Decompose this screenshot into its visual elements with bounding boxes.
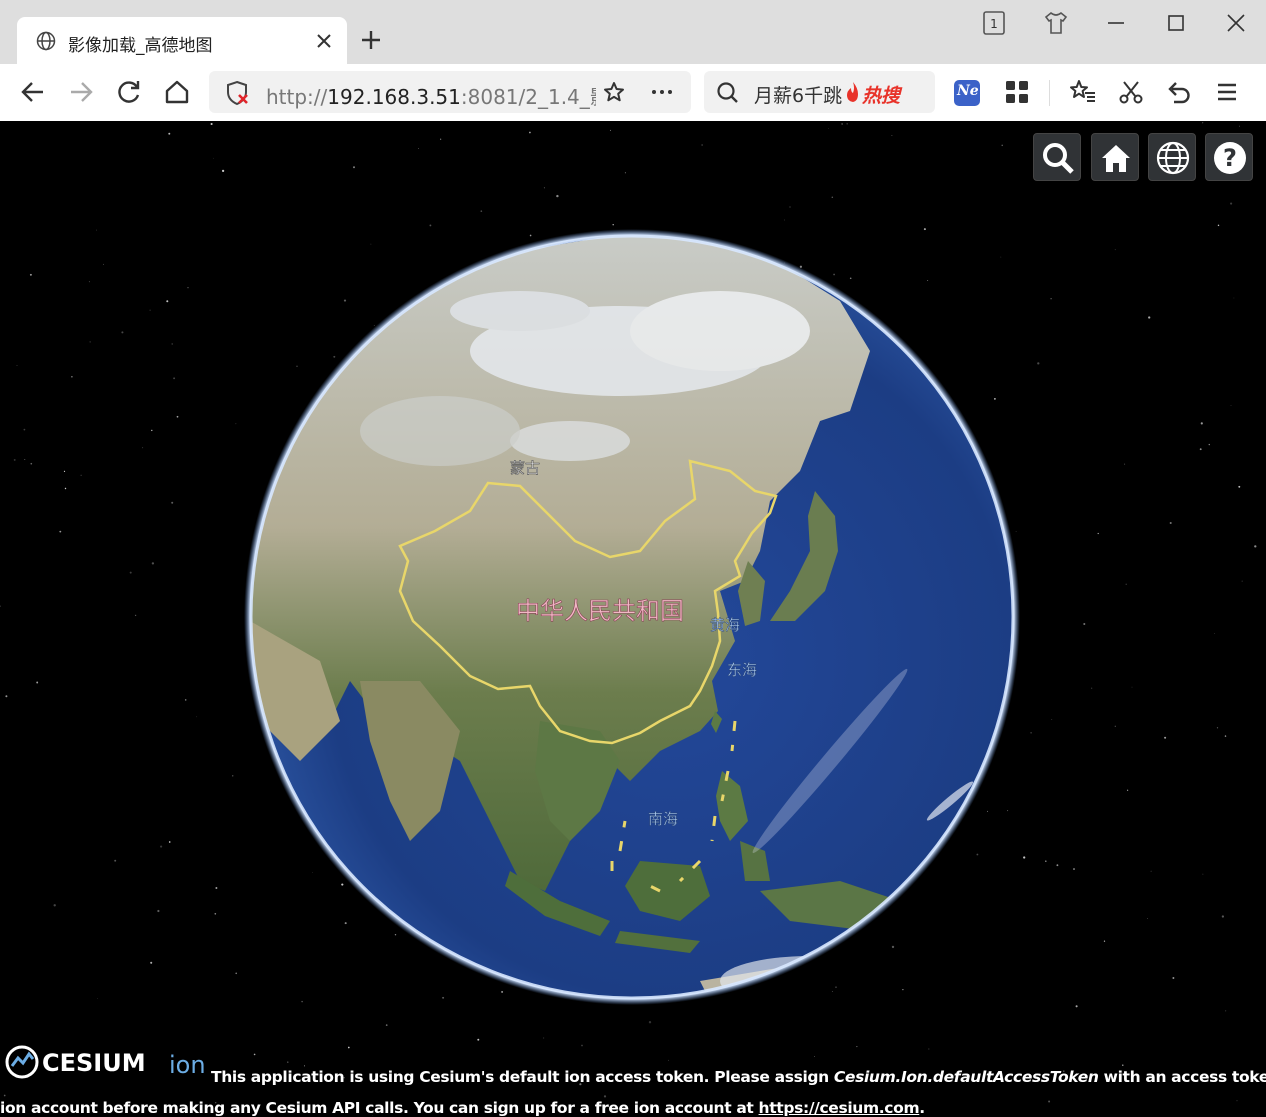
help-symbol: ?: [1223, 144, 1237, 172]
cesium-link[interactable]: https://cesium.com: [759, 1099, 920, 1117]
token-warning-line2: ion account before making any Cesium API…: [0, 1099, 925, 1117]
new-tab-button[interactable]: [359, 28, 383, 52]
cesium-logo-text: CESIUM: [42, 1049, 146, 1077]
search-box[interactable]: 月薪6千跳 热搜: [704, 71, 935, 113]
geocoder-search-button[interactable]: [1033, 133, 1081, 181]
label-east-sea: 东海: [727, 661, 757, 679]
scissors-icon[interactable]: [1117, 78, 1145, 106]
address-bar[interactable]: http://192.168.3.51:8081/2_1.4_影: [209, 71, 691, 113]
label-mongolia: 蒙古: [510, 459, 540, 477]
apps-grid-icon[interactable]: [1003, 78, 1031, 106]
label-yellow-sea: 黄海: [710, 616, 740, 634]
search-icon: [1043, 143, 1074, 174]
hot-search-label[interactable]: 热搜: [862, 81, 900, 108]
toolbar-divider: [1049, 80, 1050, 106]
menu-icon[interactable]: [1213, 78, 1241, 106]
favorites-icon[interactable]: [1069, 78, 1097, 106]
close-tab-icon[interactable]: [315, 32, 333, 50]
help-icon: ?: [1214, 142, 1246, 174]
token-warning-line1: This application is using Cesium's defau…: [211, 1068, 1266, 1086]
tab-counter-value: 1: [990, 17, 998, 31]
cesium-ion-logo[interactable]: CESIUM ion: [4, 1042, 209, 1082]
browser-tab[interactable]: 影像加载_高德地图: [17, 17, 347, 64]
extension-ne-icon[interactable]: Ne: [954, 80, 980, 106]
back-arrow-icon[interactable]: [19, 78, 47, 106]
nav-toolbar: http://192.168.3.51:8081/2_1.4_影 月薪6千跳 热…: [0, 64, 1266, 121]
tab-title: 影像加载_高德地图: [68, 36, 213, 56]
skin-icon[interactable]: [1043, 10, 1069, 36]
bookmark-star-icon[interactable]: [603, 81, 625, 103]
forward-arrow-icon[interactable]: [67, 78, 95, 106]
reload-icon[interactable]: [115, 78, 143, 106]
earth-globe[interactable]: 蒙古 中华人民共和国 黄海 东海 南海: [0, 121, 1266, 1117]
home-icon[interactable]: [163, 78, 191, 106]
minimize-icon[interactable]: [1103, 10, 1129, 36]
cesium-viewer[interactable]: 蒙古 中华人民共和国 黄海 东海 南海 ? CESIUM ion This ap…: [0, 121, 1266, 1117]
flame-icon: [847, 82, 858, 102]
scene-mode-button[interactable]: [1148, 133, 1196, 181]
url-text: http://192.168.3.51:8081/2_1.4_影: [266, 85, 596, 109]
close-window-icon[interactable]: [1223, 10, 1249, 36]
maximize-icon[interactable]: [1163, 10, 1189, 36]
tab-bar: 影像加载_高德地图 1: [0, 0, 1266, 64]
search-query: 月薪6千跳: [754, 85, 843, 107]
label-south-sea: 南海: [648, 810, 678, 828]
label-china: 中华人民共和国: [516, 597, 684, 625]
help-button[interactable]: ?: [1205, 133, 1253, 181]
extension-ne-label: Ne: [957, 83, 979, 99]
search-icon: [717, 82, 738, 103]
globe-icon: [1156, 141, 1190, 175]
insecure-shield-icon[interactable]: [225, 80, 251, 106]
home-icon: [1102, 145, 1130, 172]
globe-icon: [36, 31, 56, 51]
credit-area: CESIUM ion This application is using Ces…: [0, 1036, 1266, 1117]
home-view-button[interactable]: [1091, 133, 1139, 181]
more-icon[interactable]: [651, 81, 673, 103]
tab-counter-icon[interactable]: 1: [981, 10, 1007, 36]
ion-logo-text: ion: [169, 1051, 206, 1079]
undo-icon[interactable]: [1165, 78, 1193, 106]
